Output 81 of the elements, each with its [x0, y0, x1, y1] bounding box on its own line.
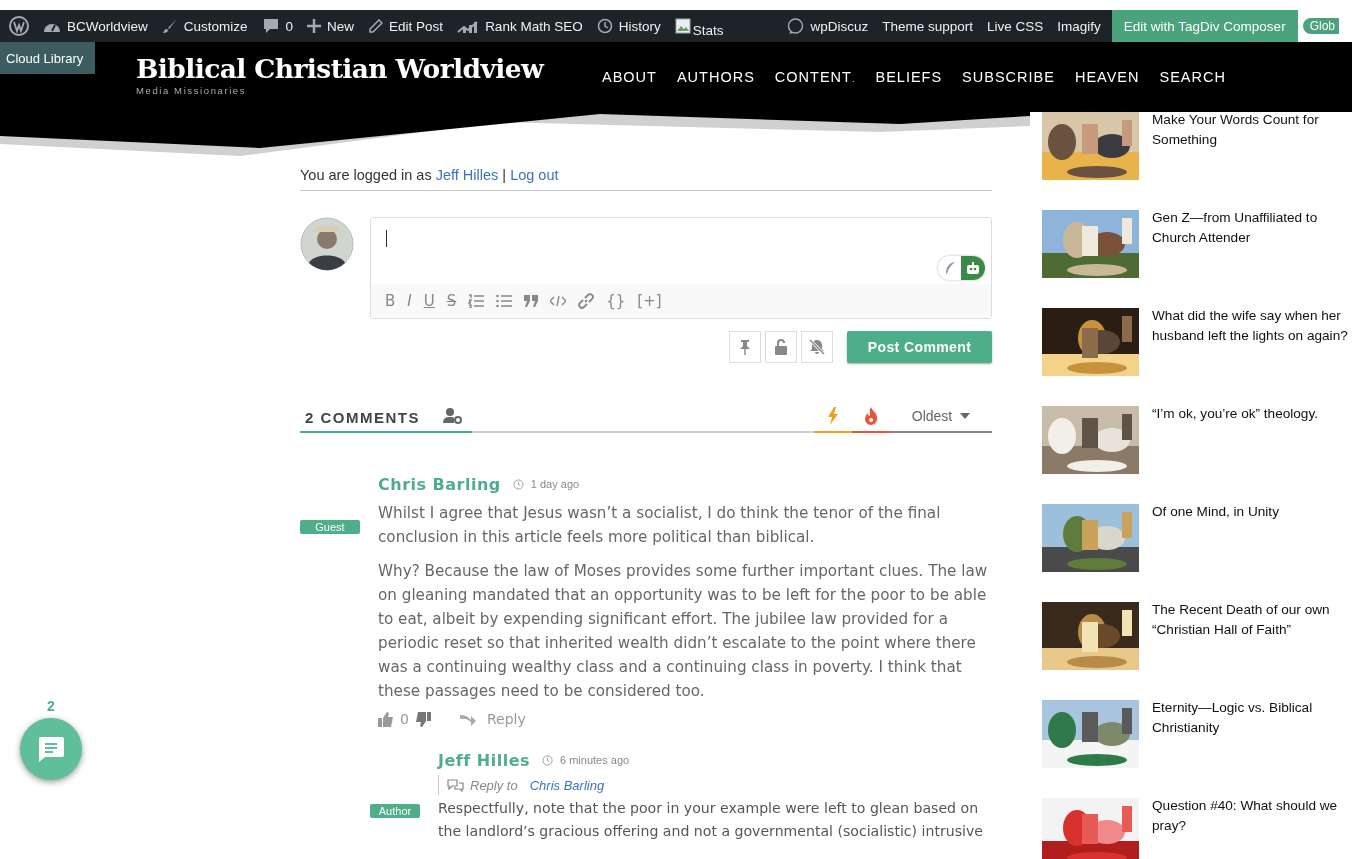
login-status: You are logged in as Jeff Hilles | Log out — [300, 167, 559, 183]
nav-link[interactable]: SEARCH — [1159, 69, 1226, 85]
parent-author-link[interactable]: Chris Barling — [529, 777, 605, 793]
broken-image-icon — [674, 18, 691, 34]
speech-bubble-icon — [261, 17, 280, 35]
lightning-icon[interactable] — [827, 407, 839, 425]
post-title-link[interactable]: The Recent Death of our own “Christian Hall of Faith” — [1152, 600, 1352, 639]
site-title[interactable]: Biblical Christian Worldview — [136, 52, 602, 86]
user-settings-icon[interactable] — [443, 408, 463, 424]
reply-arrow-icon — [458, 712, 477, 726]
clock-icon — [542, 754, 553, 766]
menu-item[interactable]: History — [618, 18, 661, 34]
menu-item[interactable]: wpDiscuz — [810, 18, 869, 34]
menu-item[interactable]: Imagify — [1057, 18, 1101, 34]
unlock-button[interactable] — [765, 331, 797, 363]
avatar-icon — [300, 217, 354, 271]
post-title-link[interactable]: Question #40: What should we pray? — [1152, 796, 1352, 835]
comment-text: Whilst I agree that Jesus wasn’t a socialist, I do think the tenor of the final conclusion in this article feels more political than biblical. — [378, 503, 942, 548]
nav-link[interactable]: AUTHORS — [676, 69, 755, 85]
thumbs-down-icon[interactable] — [414, 711, 431, 727]
robot-icon — [966, 262, 980, 274]
post-title-link[interactable]: Eternity—Logic vs. Biblical Christianity — [1152, 698, 1352, 737]
vote-count: 0 — [400, 711, 409, 727]
plus-icon — [307, 19, 322, 33]
comment-count: 0 — [285, 18, 294, 34]
post-title-link[interactable]: What did the wife say when her husband left the lights on again? — [1152, 306, 1352, 345]
clock-icon — [512, 478, 524, 490]
pin-icon — [738, 339, 752, 355]
nav-link[interactable]: SUBSCRIBE — [962, 69, 1055, 85]
padlock-icon — [774, 339, 788, 355]
comment-text: Why? Because the law of Moses provides some further important clues. The law on gleaning mandated that an opportunity was to be left for the poor to be able to eat, albeit by expending significant effort. The jubilee law provided for a periodic reset so that inherited wealth didn’t escalate to the point where there was a continuing wealthy class and a continuing class in poverty. I think that these passages need to be considered too. — [378, 561, 989, 702]
comment-time: 1 day ago — [530, 478, 580, 490]
guest-badge: Guest — [300, 520, 360, 534]
feather-icon — [944, 261, 956, 275]
site-tagline: Media Missionaries — [136, 86, 248, 96]
author-badge: Author — [370, 804, 420, 818]
pencil-icon — [368, 18, 384, 34]
speech-bubbles-icon — [447, 778, 464, 792]
menu-item[interactable]: Stats — [692, 22, 724, 38]
link-icon[interactable] — [578, 293, 595, 309]
ai-toggle[interactable] — [938, 256, 985, 280]
chat-icon — [36, 734, 66, 764]
caret-icon — [960, 413, 971, 419]
comments-button[interactable] — [20, 718, 82, 780]
bar-chart-icon — [457, 18, 480, 34]
comment-count-tab[interactable]: 2 COMMENTS — [300, 403, 434, 433]
code-icon[interactable] — [550, 295, 567, 307]
quote-icon[interactable] — [524, 295, 539, 307]
mute-button[interactable] — [801, 331, 833, 363]
sort-dropdown[interactable]: Oldest — [890, 401, 992, 433]
menu-item[interactable]: Theme support — [882, 18, 973, 34]
comment-text: Respectfully, note that the poor in your example were left to glean based on the landlord’s gracious offering and not a governmental (socialistic) intrusive — [438, 799, 984, 841]
bullet-list-icon[interactable] — [496, 294, 513, 308]
user-link[interactable]: Jeff Hilles — [435, 167, 499, 183]
nav-link[interactable]: HEAVEN — [1074, 69, 1140, 85]
pin-button[interactable] — [729, 331, 761, 363]
bell-off-icon — [808, 339, 826, 355]
nav-link[interactable]: BELIEFS — [875, 69, 943, 85]
menu-item[interactable]: Live CSS — [987, 18, 1044, 34]
menu-item[interactable]: BCWorldview — [67, 18, 148, 34]
post-title-link[interactable]: Of one Mind, in Unity — [1152, 502, 1352, 522]
thumbs-up-icon[interactable] — [378, 711, 394, 727]
ordered-list-icon[interactable] — [468, 294, 485, 308]
menu-item[interactable]: New — [327, 18, 355, 34]
comment-count: 2 — [47, 698, 55, 714]
post-title-link[interactable]: Gen Z—from Unaffiliated to Church Attender — [1152, 208, 1352, 247]
history-icon — [596, 18, 613, 34]
nav-link[interactable]: ABOUT — [602, 69, 657, 85]
post-title-link[interactable]: Make Your Words Count for Something — [1152, 110, 1352, 149]
flame-icon[interactable] — [864, 407, 878, 425]
reply-to-label: Reply to — [470, 777, 518, 793]
wordpress-logo-icon[interactable] — [9, 16, 29, 36]
chat-bubble-icon — [787, 17, 805, 35]
menu-item[interactable]: Edit Post — [389, 18, 444, 34]
post-title-link[interactable]: “I’m ok, you’re ok” theology. — [1152, 404, 1352, 424]
menu-item[interactable]: Rank Math SEO — [485, 18, 583, 34]
nav-link[interactable]: CONTENT. — [774, 69, 856, 85]
menu-item[interactable]: Customize — [183, 18, 248, 34]
logout-link[interactable]: Log out — [510, 167, 559, 183]
cloud-library-button[interactable]: Cloud Library — [0, 42, 96, 74]
comment-time: 6 minutes ago — [560, 754, 630, 766]
